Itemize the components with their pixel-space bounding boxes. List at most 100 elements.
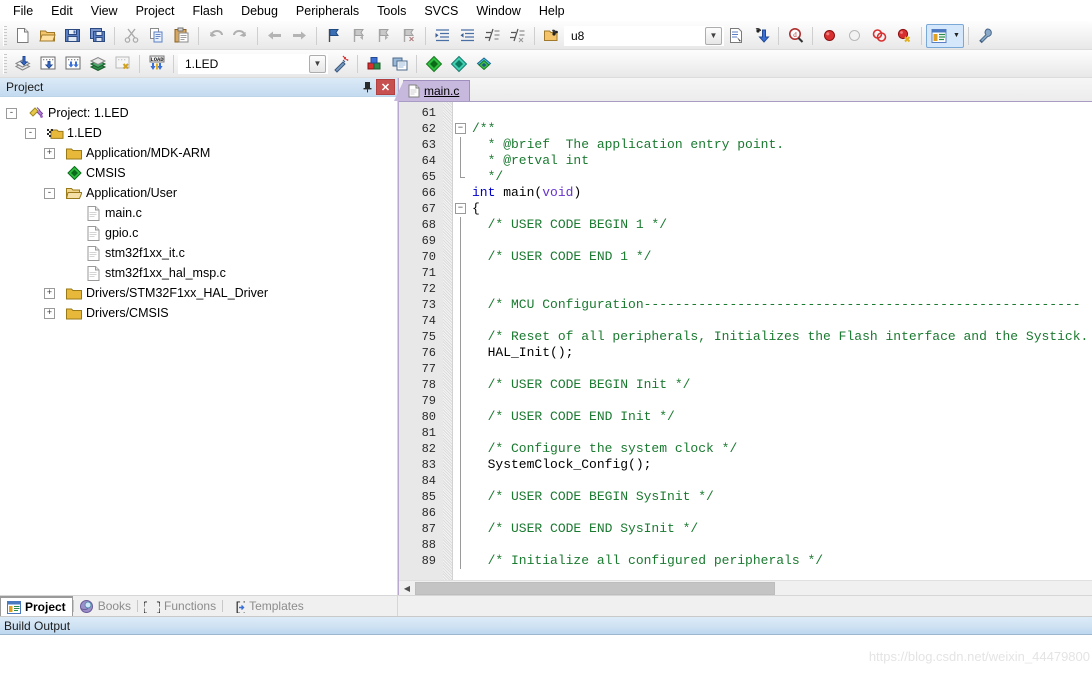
folder-open-icon bbox=[64, 187, 84, 200]
manage-project-items-button[interactable] bbox=[387, 52, 412, 76]
select-software-packs-button[interactable] bbox=[471, 52, 496, 76]
save-button[interactable] bbox=[60, 24, 85, 48]
target-options-button[interactable] bbox=[328, 52, 353, 76]
menu-item-svcs[interactable]: SVCS bbox=[415, 1, 467, 21]
kill-all-breakpoints-button[interactable] bbox=[892, 24, 917, 48]
menu-item-edit[interactable]: Edit bbox=[42, 1, 82, 21]
editor-tab-main-c[interactable]: main.c bbox=[394, 80, 471, 101]
toolbar-grip[interactable] bbox=[3, 25, 7, 46]
open-file-button[interactable] bbox=[35, 24, 60, 48]
pin-icon[interactable] bbox=[359, 79, 376, 95]
code-text[interactable]: /** * @brief The application entry point… bbox=[468, 102, 1092, 580]
toolbar-grip[interactable] bbox=[3, 53, 7, 74]
fold-marker bbox=[453, 329, 468, 345]
line-number-gutter: 61 62 63 64 65 66 67 68 69 70 71 72 73 74 75 76 77 78 79 80… bbox=[399, 102, 443, 580]
expand-toggle[interactable]: + bbox=[44, 307, 55, 319]
navigate-forward-button[interactable] bbox=[287, 24, 312, 48]
panel-tab-functions[interactable]: { } Functions bbox=[138, 596, 222, 616]
download-button[interactable]: LOAD bbox=[144, 52, 169, 76]
new-file-button[interactable] bbox=[10, 24, 35, 48]
collapse-toggle[interactable]: - bbox=[6, 107, 17, 119]
code-folding-column[interactable]: − − bbox=[453, 102, 468, 580]
copy-button[interactable] bbox=[144, 24, 169, 48]
find-in-files-button[interactable]: d bbox=[783, 24, 808, 48]
find-combo-arrow-icon[interactable]: ▼ bbox=[705, 26, 722, 45]
tree-item-stm32f1xx-hal-msp-c[interactable]: stm32f1xx_hal_msp.c bbox=[6, 263, 397, 283]
comment-button[interactable] bbox=[480, 24, 505, 48]
menu-item-peripherals[interactable]: Peripherals bbox=[287, 1, 368, 21]
target-select[interactable]: 1.LED ▼ bbox=[178, 53, 328, 74]
build-button[interactable] bbox=[35, 52, 60, 76]
menu-item-view[interactable]: View bbox=[82, 1, 127, 21]
panel-tab-books[interactable]: Books bbox=[74, 596, 137, 616]
menu-item-file[interactable]: File bbox=[4, 1, 42, 21]
target-select-arrow-icon[interactable]: ▼ bbox=[309, 54, 326, 73]
cut-button[interactable] bbox=[119, 24, 144, 48]
disable-breakpoint-button[interactable] bbox=[842, 24, 867, 48]
tree-item-cmsis[interactable]: CMSIS bbox=[6, 163, 397, 183]
collapse-toggle[interactable]: - bbox=[44, 187, 55, 199]
tree-item-stm32f1xx-it-c[interactable]: stm32f1xx_it.c bbox=[6, 243, 397, 263]
goto-definition-button[interactable] bbox=[749, 24, 774, 48]
redo-button[interactable] bbox=[228, 24, 253, 48]
bookmark-view-button[interactable] bbox=[724, 24, 749, 48]
menu-item-tools[interactable]: Tools bbox=[368, 1, 415, 21]
collapse-toggle[interactable]: - bbox=[25, 127, 36, 139]
manage-run-time-button[interactable] bbox=[446, 52, 471, 76]
scroll-left-button[interactable]: ◀ bbox=[399, 580, 415, 596]
tree-item-application-mdk-arm[interactable]: + Application/MDK-ARM bbox=[6, 143, 397, 163]
code-line: /* USER CODE BEGIN 1 */ bbox=[468, 217, 1092, 233]
tree-item-application-user[interactable]: - Application/User bbox=[6, 183, 397, 203]
tree-item-drivers-stm32f1xx-hal-driver[interactable]: + Drivers/STM32F1xx_HAL_Driver bbox=[6, 283, 397, 303]
window-panel-icon[interactable] bbox=[927, 24, 950, 48]
expand-toggle[interactable]: + bbox=[44, 147, 55, 159]
uncomment-button[interactable] bbox=[505, 24, 530, 48]
fold-marker[interactable]: − bbox=[453, 201, 468, 217]
insert-bookmark-button[interactable] bbox=[321, 24, 346, 48]
tree-item-drivers-cmsis[interactable]: + Drivers/CMSIS bbox=[6, 303, 397, 323]
save-all-button[interactable] bbox=[85, 24, 110, 48]
paste-button[interactable] bbox=[169, 24, 194, 48]
stop-build-button[interactable] bbox=[110, 52, 135, 76]
project-tree[interactable]: - Project: 1.LED -1.LED + Application/MDK-AR… bbox=[0, 97, 397, 595]
close-icon[interactable]: ✕ bbox=[376, 79, 395, 95]
scroll-thumb[interactable] bbox=[415, 581, 775, 595]
find-combo[interactable]: u8 ▼ bbox=[564, 25, 724, 46]
clear-bookmarks-button[interactable] bbox=[396, 24, 421, 48]
menu-item-debug[interactable]: Debug bbox=[232, 1, 287, 21]
navigate-back-button[interactable] bbox=[262, 24, 287, 48]
menu-item-window[interactable]: Window bbox=[467, 1, 529, 21]
fold-marker bbox=[453, 169, 468, 185]
expand-toggle[interactable]: + bbox=[44, 287, 55, 299]
tree-item-main-c[interactable]: main.c bbox=[6, 203, 397, 223]
prev-bookmark-button[interactable] bbox=[346, 24, 371, 48]
panel-tab-templates[interactable]: [] Templates bbox=[223, 596, 310, 616]
tree-item-project-1-led[interactable]: - Project: 1.LED bbox=[6, 103, 397, 123]
tree-item-1-led[interactable]: - 1.LED bbox=[6, 123, 397, 143]
panel-tab-project[interactable]: Project bbox=[0, 596, 73, 616]
next-bookmark-button[interactable] bbox=[371, 24, 396, 48]
indent-button[interactable] bbox=[430, 24, 455, 48]
manage-components-button[interactable] bbox=[362, 52, 387, 76]
undo-button[interactable] bbox=[203, 24, 228, 48]
fold-marker[interactable]: − bbox=[453, 121, 468, 137]
configure-button[interactable] bbox=[973, 24, 998, 48]
outdent-button[interactable] bbox=[455, 24, 480, 48]
insert-breakpoint-button[interactable] bbox=[817, 24, 842, 48]
window-layout-dropdown-arrow-icon[interactable]: ▼ bbox=[950, 25, 963, 47]
window-layout-split-button[interactable]: ▼ bbox=[926, 23, 964, 48]
menu-item-project[interactable]: Project bbox=[127, 1, 184, 21]
build-output-body[interactable]: https://blog.csdn.net/weixin_44479800 bbox=[0, 635, 1092, 679]
menu-item-flash[interactable]: Flash bbox=[183, 1, 232, 21]
rebuild-button[interactable] bbox=[60, 52, 85, 76]
menu-item-help[interactable]: Help bbox=[530, 1, 574, 21]
editor-horizontal-scrollbar[interactable]: ◀ bbox=[399, 580, 1092, 596]
batch-build-button[interactable] bbox=[85, 52, 110, 76]
translate-button[interactable] bbox=[10, 52, 35, 76]
pack-installer-button[interactable] bbox=[421, 52, 446, 76]
tree-item-gpio-c[interactable]: gpio.c bbox=[6, 223, 397, 243]
code-editor[interactable]: 61 62 63 64 65 66 67 68 69 70 71 72 73 74 75 76 77 78 79 80… bbox=[399, 102, 1092, 580]
disable-all-breakpoints-button[interactable] bbox=[867, 24, 892, 48]
find-in-files-icon[interactable] bbox=[539, 24, 564, 48]
